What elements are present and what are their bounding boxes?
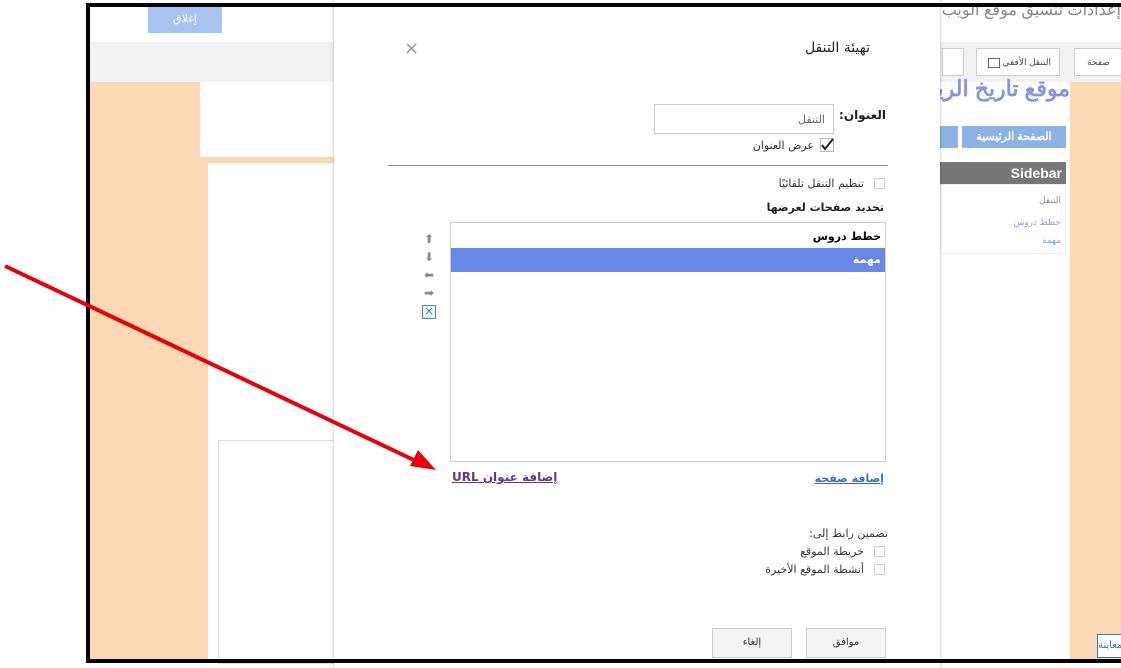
move-down-icon[interactable]: ⬇ — [422, 250, 436, 264]
dialog-title: تهيئة التنقل — [804, 40, 870, 56]
show-title-checkbox[interactable] — [820, 138, 834, 152]
sidebar-item-task[interactable]: مهمة — [1042, 235, 1061, 246]
ok-button[interactable]: موافق — [806, 628, 886, 658]
sidebar-item-navigation[interactable]: التنقل — [1039, 195, 1061, 206]
remove-page-icon[interactable]: ✕ — [422, 305, 436, 319]
sidebar-panel: التنقل خطط دروس مهمة — [940, 184, 1066, 254]
list-item[interactable]: خطط دروس — [451, 225, 885, 249]
horizontal-nav-label: التنقل الأفقي — [1002, 57, 1052, 67]
sitemap-checkbox[interactable] — [874, 546, 885, 557]
nav-tab-partial[interactable] — [940, 126, 958, 148]
preview-button[interactable]: معاينة — [1097, 634, 1121, 658]
close-icon[interactable]: × — [404, 40, 419, 58]
move-left-icon[interactable]: ⬅ — [422, 268, 436, 282]
add-page-link[interactable]: إضافة صفحة — [815, 472, 884, 485]
page-margin-right — [1070, 82, 1121, 662]
settings-title: إعدادات تنسيق موقع الويب — [941, 2, 1121, 19]
title-field[interactable] — [654, 104, 834, 134]
recent-activity-checkbox[interactable] — [874, 564, 885, 575]
page-divider-band — [208, 157, 335, 163]
page-element-button[interactable]: صفحة — [1074, 48, 1121, 76]
include-link-label: تضمين رابط إلى: — [809, 527, 888, 540]
configure-navigation-dialog: تهيئة التنقل × العنوان: عرض العنوان تنظي… — [334, 0, 940, 668]
page-header-area — [200, 82, 335, 157]
page-margin-left — [90, 82, 208, 662]
title-field-label: العنوان: — [839, 108, 886, 122]
auto-organize-checkbox[interactable] — [874, 178, 885, 189]
list-item-selected[interactable]: مهمة — [451, 248, 885, 272]
show-title-label: عرض العنوان — [752, 139, 814, 152]
move-right-icon[interactable]: ➡ — [422, 286, 436, 300]
content-placeholder — [218, 440, 338, 664]
sitemap-label: خريطة الموقع — [800, 545, 864, 558]
pages-list[interactable]: خطط دروس مهمة — [450, 222, 886, 462]
cancel-button[interactable]: إلغاء — [712, 628, 792, 658]
site-title: موقع تاريخ الرياضيات — [935, 76, 1070, 101]
home-tab[interactable]: الصفحة الرئيسية — [962, 126, 1066, 148]
add-url-link[interactable]: إضافة عنوان URL — [452, 470, 557, 484]
layout-icon — [987, 57, 1000, 68]
section-divider — [388, 165, 888, 166]
auto-organize-label: تنظيم التنقل تلقائيًا — [778, 177, 864, 190]
select-pages-label: تحديد صفحات لعرضها — [766, 201, 884, 214]
horizontal-nav-button[interactable]: التنقل الأفقي — [976, 48, 1060, 76]
toolbar-layout-button[interactable] — [942, 48, 964, 76]
sidebar-item-lesson-plans[interactable]: خطط دروس — [1013, 217, 1061, 228]
recent-activity-label: أنشطة الموقع الأخيرة — [765, 563, 864, 576]
move-up-icon[interactable]: ⬆ — [422, 232, 436, 246]
close-editor-button[interactable]: إغلاق — [148, 5, 222, 33]
sidebar-heading: Sidebar — [940, 162, 1066, 184]
